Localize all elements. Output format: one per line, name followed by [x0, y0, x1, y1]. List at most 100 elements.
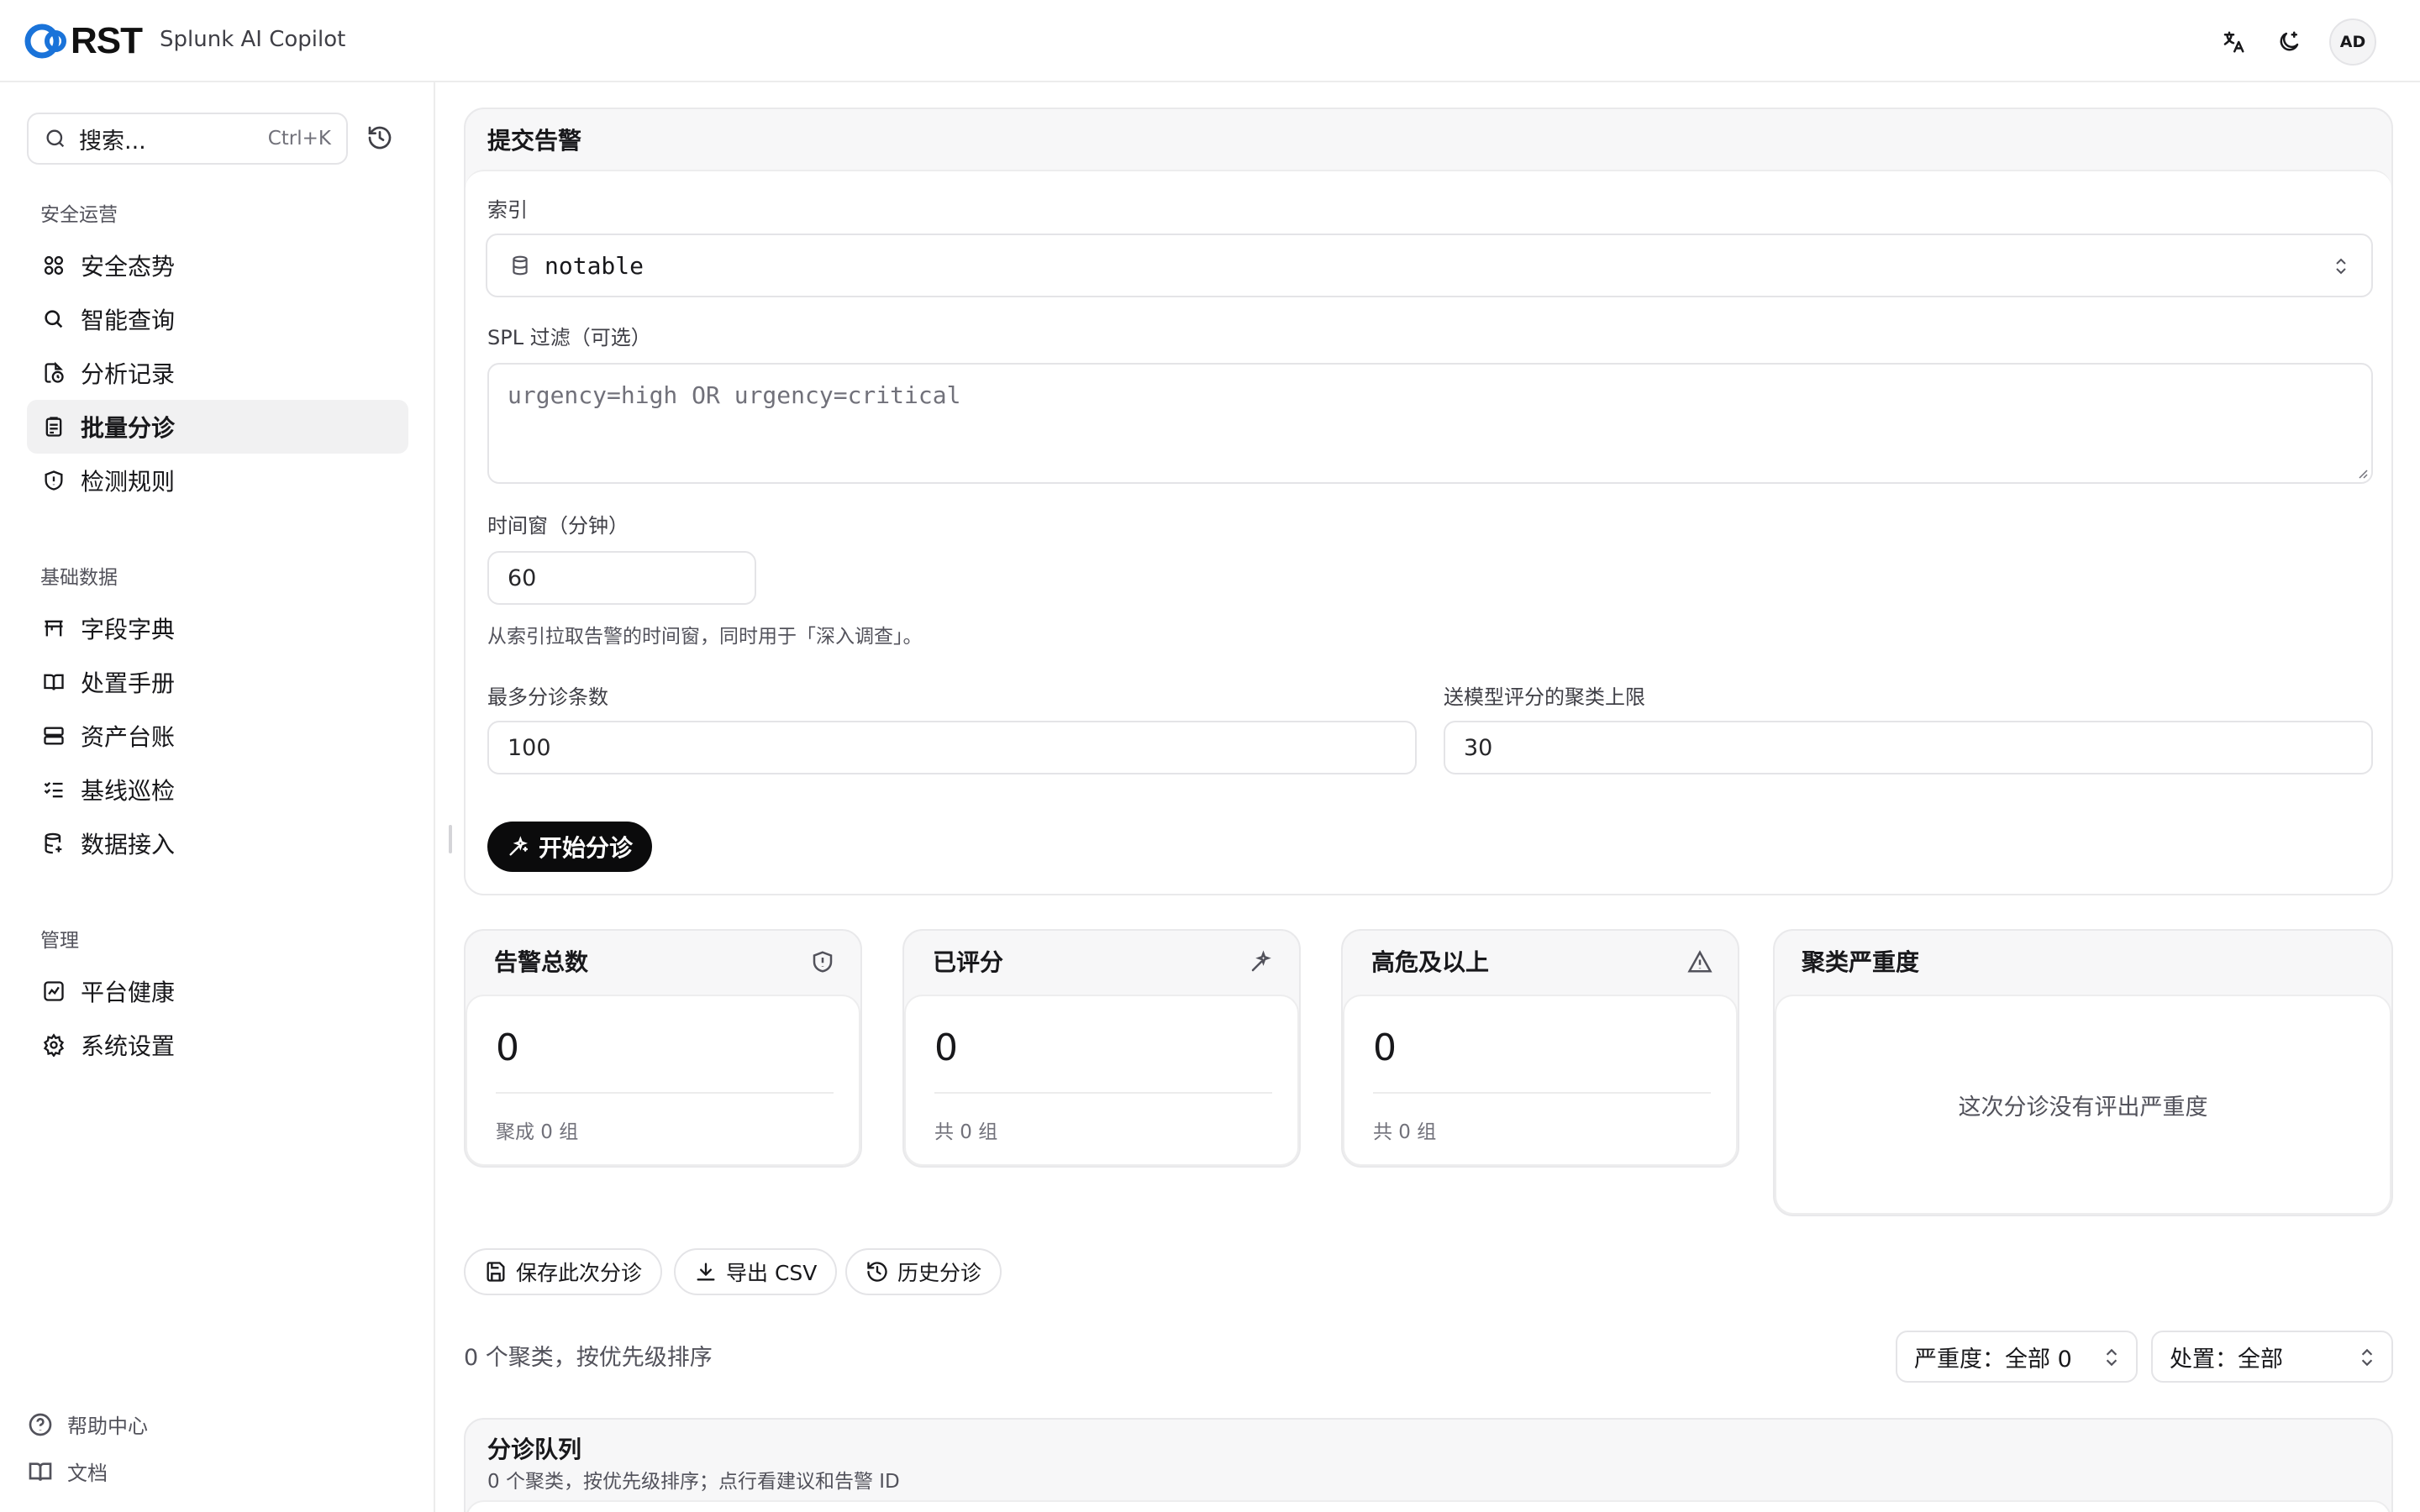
severity-filter-select[interactable]: 严重度：全部 0: [1896, 1331, 2138, 1383]
database-icon: [40, 830, 67, 857]
sidebar-item-smart-query[interactable]: 智能查询: [27, 292, 408, 346]
divider: [934, 1092, 1272, 1094]
cluster-severity-card: 聚类严重度 这次分诊没有评出严重度: [1773, 929, 2393, 1216]
button-label: 历史分诊: [897, 1261, 982, 1285]
cluster-limit-input[interactable]: 30: [1444, 721, 2373, 774]
sidebar-item-field-dictionary[interactable]: 字段字典: [27, 601, 408, 655]
book-open-icon: [29, 1462, 52, 1481]
save-triage-button[interactable]: 保存此次分诊: [464, 1248, 663, 1295]
sparkle-icon: [509, 836, 529, 856]
docs-link[interactable]: 文档: [27, 1457, 108, 1486]
cluster-value: 30: [1464, 734, 1493, 761]
card-title: 聚类严重度: [1802, 948, 1920, 976]
divider: [1373, 1092, 1711, 1094]
shield-icon: [813, 951, 833, 973]
theme-toggle-icon[interactable]: [2274, 27, 2304, 57]
spl-filter-textarea[interactable]: urgency=high OR urgency=critical: [487, 363, 2373, 484]
max-triage-input[interactable]: 100: [487, 721, 1417, 774]
sidebar-item-platform-health[interactable]: 平台健康: [27, 964, 408, 1018]
chevron-updown-icon: [2361, 1348, 2373, 1367]
history-file-icon: [40, 360, 67, 386]
app-name: Splunk AI Copilot: [160, 27, 346, 52]
stat-title: 高危及以上: [1371, 948, 1490, 976]
resize-grip-icon[interactable]: [2354, 465, 2368, 479]
select-value: 处置：全部: [2170, 1346, 2283, 1373]
window-value: 60: [508, 564, 537, 591]
search-input[interactable]: 搜索... Ctrl+K: [27, 113, 348, 165]
stat-title: 已评分: [933, 948, 1004, 976]
button-label: 导出 CSV: [726, 1261, 818, 1285]
start-button-label: 开始分诊: [538, 834, 633, 862]
stat-sub: 共 0 组: [1373, 1121, 1437, 1143]
book-icon: [40, 669, 67, 696]
footer-label: 帮助中心: [67, 1415, 148, 1438]
history-button[interactable]: [366, 124, 397, 155]
start-triage-button[interactable]: 开始分诊: [487, 822, 652, 872]
submit-alerts-card: 提交告警 索引 notable SPL 过滤（可选） urgency=high …: [464, 108, 2393, 895]
sidebar-item-label: 智能查询: [81, 307, 176, 334]
history-icon: [867, 1262, 887, 1282]
history-icon: [368, 126, 392, 150]
stat-sub: 共 0 组: [934, 1121, 998, 1143]
history-triage-button[interactable]: 历史分诊: [845, 1248, 1002, 1295]
checklist-icon: [40, 776, 67, 803]
chevron-updown-icon: [2106, 1348, 2118, 1367]
sidebar-item-label: 字段字典: [81, 616, 176, 643]
window-hint: 从索引拉取告警的时间窗，同时用于「深入调查」。: [487, 626, 923, 648]
queue-body: [466, 1500, 2391, 1512]
cluster-label: 送模型评分的聚类上限: [1444, 685, 1645, 709]
grid-icon: [40, 252, 67, 279]
download-icon: [697, 1263, 715, 1281]
sidebar-item-baseline-check[interactable]: 基线巡检: [27, 763, 408, 816]
window-label: 时间窗（分钟）: [487, 514, 629, 538]
export-csv-button[interactable]: 导出 CSV: [674, 1248, 838, 1295]
sidebar-item-system-settings[interactable]: 系统设置: [27, 1018, 408, 1072]
stat-card-total-alerts: 告警总数 0 聚成 0 组: [464, 929, 862, 1168]
time-window-input[interactable]: 60: [487, 551, 756, 605]
sidebar-item-asset-ledger[interactable]: 资产台账: [27, 709, 408, 763]
chart-icon: [40, 978, 67, 1005]
sidebar-resize-handle[interactable]: [449, 825, 452, 853]
warning-icon: [1687, 950, 1712, 973]
clipboard-icon: [40, 413, 67, 440]
card-title: 提交告警: [487, 127, 582, 155]
max-label: 最多分诊条数: [487, 685, 608, 709]
sidebar-item-playbook[interactable]: 处置手册: [27, 655, 408, 709]
database-icon: [513, 255, 528, 276]
card-title: 分诊队列: [487, 1436, 582, 1463]
stat-value: 0: [1373, 1026, 1397, 1069]
nav-group-security-ops: 安全运营 安全态势 智能查询 分析记录 批量分诊 检测规则: [0, 198, 435, 507]
server-icon: [40, 722, 67, 749]
spl-label: SPL 过滤（可选）: [487, 326, 651, 349]
shield-alert-icon: [40, 467, 67, 494]
empty-message: 这次分诊没有评出严重度: [1958, 1094, 2208, 1121]
nav-group-title: 管理: [40, 930, 79, 952]
severity-empty-state: 这次分诊没有评出严重度: [1775, 995, 2391, 1215]
sidebar-item-data-ingest[interactable]: 数据接入: [27, 816, 408, 870]
save-icon: [487, 1262, 505, 1282]
index-label: 索引: [487, 198, 528, 222]
logo[interactable]: RST: [24, 20, 143, 62]
sidebar-item-label: 处置手册: [81, 669, 176, 697]
search-shortcut: Ctrl+K: [267, 128, 331, 150]
avatar[interactable]: AD: [2329, 18, 2376, 66]
sidebar-item-label: 资产台账: [81, 723, 176, 751]
stat-card-scored: 已评分 0 共 0 组: [902, 929, 1301, 1168]
sidebar-item-security-posture[interactable]: 安全态势: [27, 239, 408, 292]
footer-label: 文档: [67, 1462, 108, 1485]
stat-sub: 聚成 0 组: [496, 1121, 579, 1143]
stat-title: 告警总数: [494, 948, 589, 976]
index-select[interactable]: notable: [486, 234, 2373, 297]
disposition-filter-select[interactable]: 处置：全部: [2151, 1331, 2393, 1383]
help-icon: [29, 1413, 52, 1436]
sidebar-item-detection-rules[interactable]: 检测规则: [27, 454, 408, 507]
nav-group-admin: 管理 平台健康 系统设置: [0, 924, 435, 1072]
stat-body: 0 共 0 组: [904, 995, 1299, 1166]
stat-body: 0 聚成 0 组: [466, 995, 860, 1166]
sidebar-item-batch-triage[interactable]: 批量分诊: [27, 400, 408, 454]
help-center-link[interactable]: 帮助中心: [27, 1410, 148, 1439]
translate-icon[interactable]: [2218, 27, 2249, 57]
nav-group-base-data: 基础数据 字段字典 处置手册 资产台账 基线巡检 数据接入: [0, 561, 435, 870]
nav-group-title: 基础数据: [40, 567, 118, 589]
sidebar-item-analysis-records[interactable]: 分析记录: [27, 346, 408, 400]
